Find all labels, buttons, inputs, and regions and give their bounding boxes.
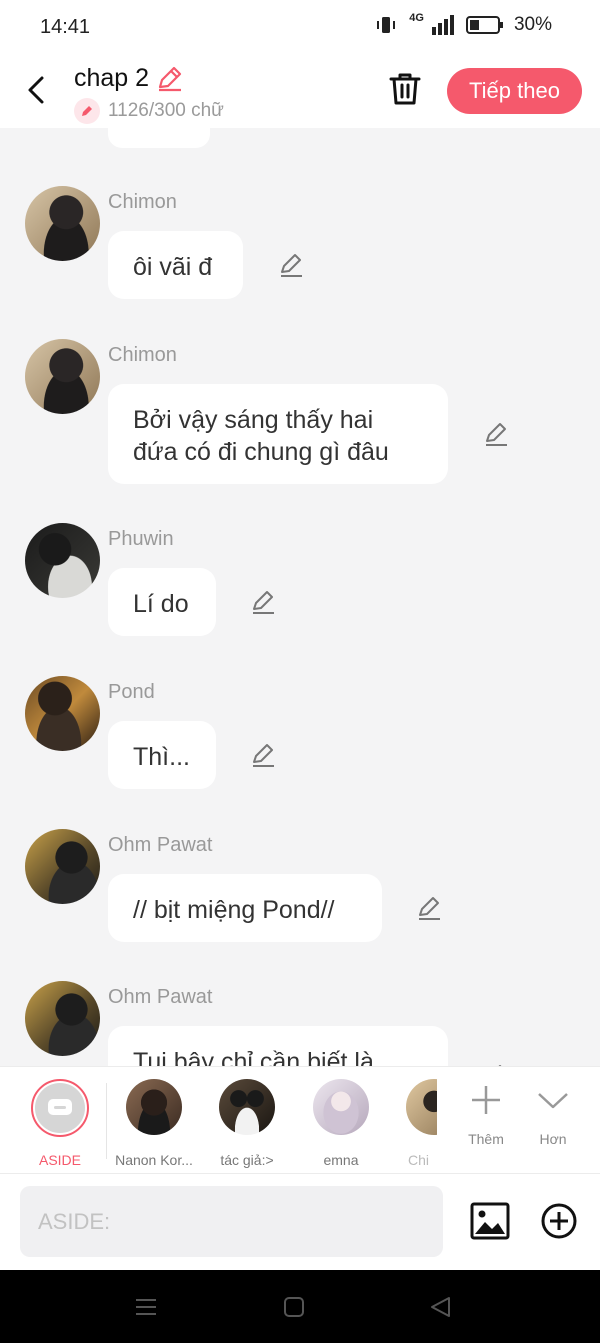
status-time: 14:41 — [40, 16, 91, 38]
avatar — [126, 1079, 182, 1135]
network-label: 4G — [409, 12, 424, 24]
edit-pencil-icon[interactable] — [250, 589, 276, 615]
status-bar: 14:41 4G 30% — [0, 0, 600, 54]
aside-avatar — [31, 1079, 89, 1137]
character-label: Nanon Kor... — [115, 1152, 193, 1168]
battery-percent: 30% — [513, 14, 552, 35]
add-circle-icon[interactable] — [540, 1202, 578, 1240]
avatar — [313, 1079, 369, 1135]
character-label: emna — [323, 1152, 359, 1168]
chevron-down-icon — [538, 1093, 568, 1109]
image-icon[interactable] — [470, 1202, 510, 1240]
menu-icon[interactable] — [133, 1294, 159, 1320]
add-character-button[interactable]: Thêm — [456, 1083, 516, 1147]
message-bubble[interactable]: Bởi vậy sáng thấy hai đứa có đi chung gì… — [108, 384, 448, 484]
home-icon[interactable] — [281, 1294, 307, 1320]
character-label: ASIDE — [38, 1152, 81, 1168]
message-bubble[interactable]: Thì... — [108, 721, 216, 789]
chat-bubble-icon — [48, 1099, 72, 1115]
message-bubble[interactable]: // bịt miệng Pond// — [108, 874, 382, 942]
trash-icon[interactable] — [386, 70, 424, 108]
character-aside[interactable]: ASIDE — [15, 1079, 105, 1168]
chapter-title[interactable]: chap 2 — [74, 64, 183, 93]
status-icons: 4G 30% — [375, 12, 552, 36]
avatar[interactable] — [25, 676, 100, 751]
battery-icon — [465, 16, 503, 34]
more-label: Hơn — [539, 1131, 567, 1147]
back-triangle-icon[interactable] — [428, 1294, 454, 1320]
sender-name: Chimon — [108, 191, 177, 213]
character-label: Chi — [408, 1152, 430, 1168]
more-button[interactable]: Hơn — [523, 1083, 583, 1147]
signal-icon — [431, 15, 454, 35]
edit-pencil-icon[interactable] — [416, 895, 442, 921]
chapter-title-text: chap 2 — [74, 64, 150, 92]
chat-list[interactable]: Chimon ôi vãi đ Chimon Bởi vậy sáng thấy… — [0, 128, 600, 1066]
avatar[interactable] — [25, 186, 100, 261]
sender-name: Phuwin — [108, 528, 174, 550]
word-count: 1126/300 chữ — [74, 98, 224, 124]
edit-pencil-icon[interactable] — [278, 252, 304, 278]
avatar[interactable] — [25, 339, 100, 414]
character-label: tác giả:> — [220, 1152, 274, 1168]
next-button[interactable]: Tiếp theo — [447, 68, 582, 114]
character-item[interactable]: Nanon Kor... — [109, 1079, 199, 1168]
avatar — [406, 1079, 437, 1135]
add-label: Thêm — [468, 1131, 504, 1147]
sender-name: Ohm Pawat — [108, 834, 213, 856]
sender-name: Pond — [108, 681, 155, 703]
edit-pencil-icon[interactable] — [483, 421, 509, 447]
composer-bar — [0, 1174, 600, 1270]
previous-message-bubble[interactable] — [108, 128, 210, 148]
sender-name: Ohm Pawat — [108, 986, 213, 1008]
character-item[interactable]: tác giả:> — [202, 1079, 292, 1168]
back-arrow-icon[interactable] — [22, 72, 54, 108]
character-selector: ASIDE Nanon Kor... tác giả:> emna Chi Th… — [0, 1066, 600, 1174]
message-bubble[interactable]: ôi vãi đ — [108, 231, 243, 299]
message-input[interactable] — [20, 1186, 443, 1257]
message-bubble[interactable]: Tui bây chỉ cần biết là — [108, 1026, 448, 1066]
strip-divider — [106, 1083, 107, 1159]
avatar[interactable] — [25, 523, 100, 598]
avatar[interactable] — [25, 829, 100, 904]
vibrate-icon — [377, 17, 396, 33]
editor-header: chap 2 1126/300 chữ Tiếp theo — [0, 54, 600, 128]
edit-pencil-icon[interactable] — [250, 742, 276, 768]
word-count-pencil-icon — [74, 98, 100, 124]
edit-title-pencil-icon[interactable] — [155, 65, 183, 93]
character-item[interactable]: emna — [296, 1079, 386, 1168]
system-nav-bar — [0, 1270, 600, 1343]
avatar — [219, 1079, 275, 1135]
sender-name: Chimon — [108, 344, 177, 366]
character-item-partial[interactable]: Chi — [391, 1079, 437, 1168]
avatar[interactable] — [25, 981, 100, 1056]
word-count-text: 1126/300 chữ — [108, 100, 224, 121]
message-bubble[interactable]: Lí do — [108, 568, 216, 636]
plus-icon — [472, 1086, 500, 1114]
